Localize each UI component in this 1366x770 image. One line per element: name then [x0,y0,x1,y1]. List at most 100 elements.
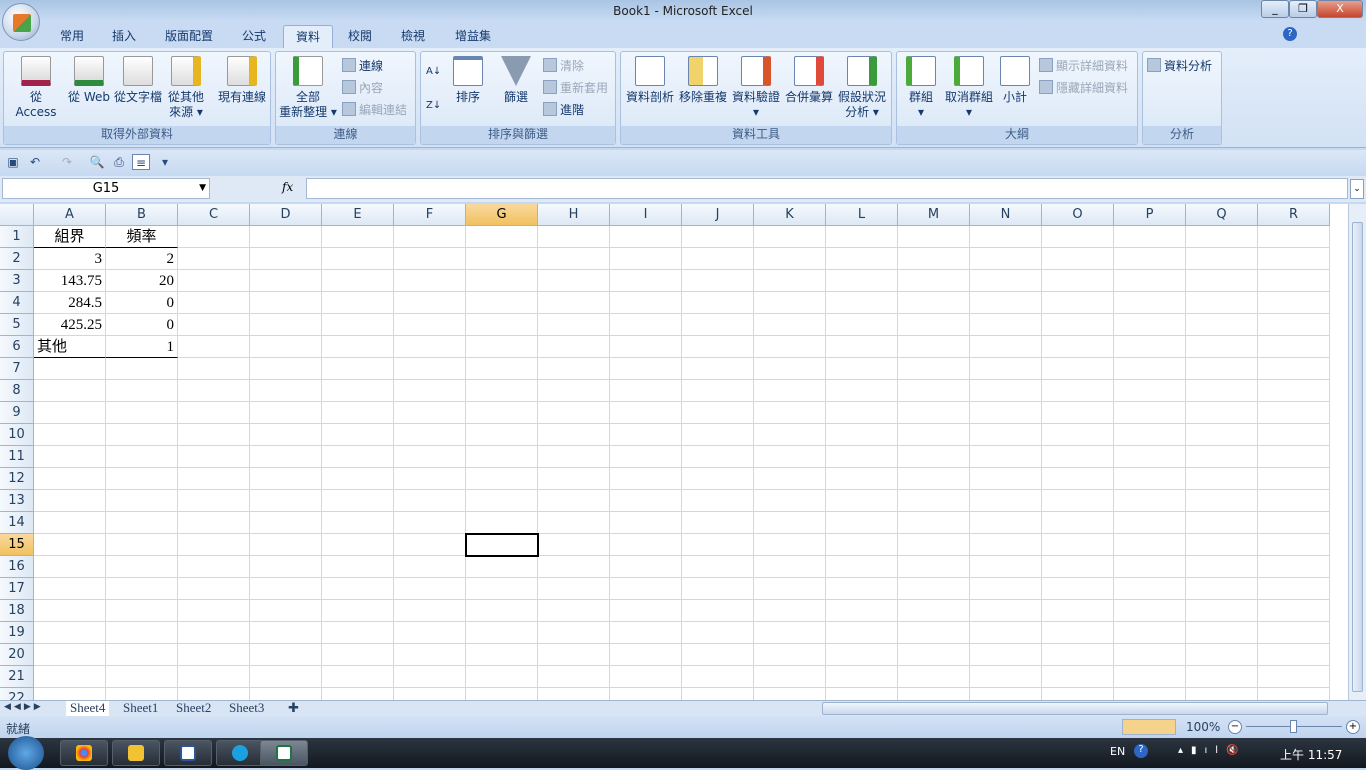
cell-B2[interactable]: 2 [106,248,178,270]
cell-M9[interactable] [898,402,970,424]
cell-H10[interactable] [538,424,610,446]
customize-qat-icon[interactable]: ▾ [156,154,174,170]
tray-icons[interactable]: ▴▮ıl🔇 [1178,745,1247,756]
cell-B4[interactable]: 0 [106,292,178,314]
sheet-tab-sheet4[interactable]: Sheet4 [66,701,110,716]
column-header-K[interactable]: K [754,204,826,226]
zoom-in-icon[interactable]: + [1346,720,1360,734]
cell-C19[interactable] [178,622,250,644]
cell-D9[interactable] [250,402,322,424]
sheet-nav-arrows[interactable]: ◀◀▶▶ [4,702,44,712]
cell-H21[interactable] [538,666,610,688]
cell-I16[interactable] [610,556,682,578]
cell-J15[interactable] [682,534,754,556]
cell-J11[interactable] [682,446,754,468]
column-header-R[interactable]: R [1258,204,1330,226]
cell-M12[interactable] [898,468,970,490]
cell-R11[interactable] [1258,446,1330,468]
cell-P15[interactable] [1114,534,1186,556]
cell-L6[interactable] [826,336,898,358]
cell-I12[interactable] [610,468,682,490]
cell-B1[interactable]: 頻率 [106,226,178,248]
close-button[interactable]: X [1317,0,1363,18]
cell-K11[interactable] [754,446,826,468]
cell-E22[interactable] [322,688,394,700]
cell-P19[interactable] [1114,622,1186,644]
cell-A7[interactable] [34,358,106,380]
cell-M17[interactable] [898,578,970,600]
cell-P6[interactable] [1114,336,1186,358]
column-header-F[interactable]: F [394,204,466,226]
cell-K6[interactable] [754,336,826,358]
cell-R6[interactable] [1258,336,1330,358]
column-header-P[interactable]: P [1114,204,1186,226]
row-header-16[interactable]: 16 [0,556,34,578]
cell-L17[interactable] [826,578,898,600]
cell-A8[interactable] [34,380,106,402]
cell-O20[interactable] [1042,644,1114,666]
cell-R2[interactable] [1258,248,1330,270]
cell-C5[interactable] [178,314,250,336]
cell-R12[interactable] [1258,468,1330,490]
cell-C1[interactable] [178,226,250,248]
cell-G8[interactable] [466,380,538,402]
cell-O21[interactable] [1042,666,1114,688]
taskbar-excel[interactable] [260,740,308,766]
cell-E4[interactable] [322,292,394,314]
cell-A22[interactable] [34,688,106,700]
existing-connections-button[interactable]: 現有連線 [214,56,270,105]
cell-K5[interactable] [754,314,826,336]
cell-P17[interactable] [1114,578,1186,600]
zoom-slider-thumb[interactable] [1290,720,1297,733]
cell-G17[interactable] [466,578,538,600]
horizontal-scrollbar[interactable] [822,702,1328,715]
from-text-button[interactable]: 從文字檔 [112,56,164,105]
cell-J7[interactable] [682,358,754,380]
cell-N4[interactable] [970,292,1042,314]
cell-I15[interactable] [610,534,682,556]
cell-A16[interactable] [34,556,106,578]
cell-A20[interactable] [34,644,106,666]
cell-F15[interactable] [394,534,466,556]
cell-K16[interactable] [754,556,826,578]
cell-O11[interactable] [1042,446,1114,468]
cell-Q5[interactable] [1186,314,1258,336]
row-header-12[interactable]: 12 [0,468,34,490]
cell-Q9[interactable] [1186,402,1258,424]
cell-D12[interactable] [250,468,322,490]
cell-P20[interactable] [1114,644,1186,666]
tab-review[interactable]: 校閱 [336,25,384,48]
cell-G6[interactable] [466,336,538,358]
cell-F1[interactable] [394,226,466,248]
cell-G9[interactable] [466,402,538,424]
cell-R1[interactable] [1258,226,1330,248]
cell-A12[interactable] [34,468,106,490]
cell-D10[interactable] [250,424,322,446]
cell-O12[interactable] [1042,468,1114,490]
ungroup-button[interactable]: 取消群組 ▾ [941,56,997,120]
cell-E21[interactable] [322,666,394,688]
cell-H19[interactable] [538,622,610,644]
clock[interactable]: 上午 11:57 [1280,746,1342,763]
cell-G22[interactable] [466,688,538,700]
data-analysis-button[interactable]: 資料分析 [1147,56,1212,76]
start-button[interactable] [8,736,44,770]
cell-N12[interactable] [970,468,1042,490]
cell-P22[interactable] [1114,688,1186,700]
cell-M10[interactable] [898,424,970,446]
cell-G13[interactable] [466,490,538,512]
cell-I18[interactable] [610,600,682,622]
cell-M11[interactable] [898,446,970,468]
cell-N13[interactable] [970,490,1042,512]
cell-B16[interactable] [106,556,178,578]
cell-N9[interactable] [970,402,1042,424]
cell-K3[interactable] [754,270,826,292]
from-other-sources-button[interactable]: 從其他 來源 ▾ [164,56,208,120]
cell-A15[interactable] [34,534,106,556]
cell-L21[interactable] [826,666,898,688]
sort-ascending-button[interactable]: A↓ [426,62,441,82]
cell-P5[interactable] [1114,314,1186,336]
cell-K9[interactable] [754,402,826,424]
cell-J3[interactable] [682,270,754,292]
cell-P7[interactable] [1114,358,1186,380]
